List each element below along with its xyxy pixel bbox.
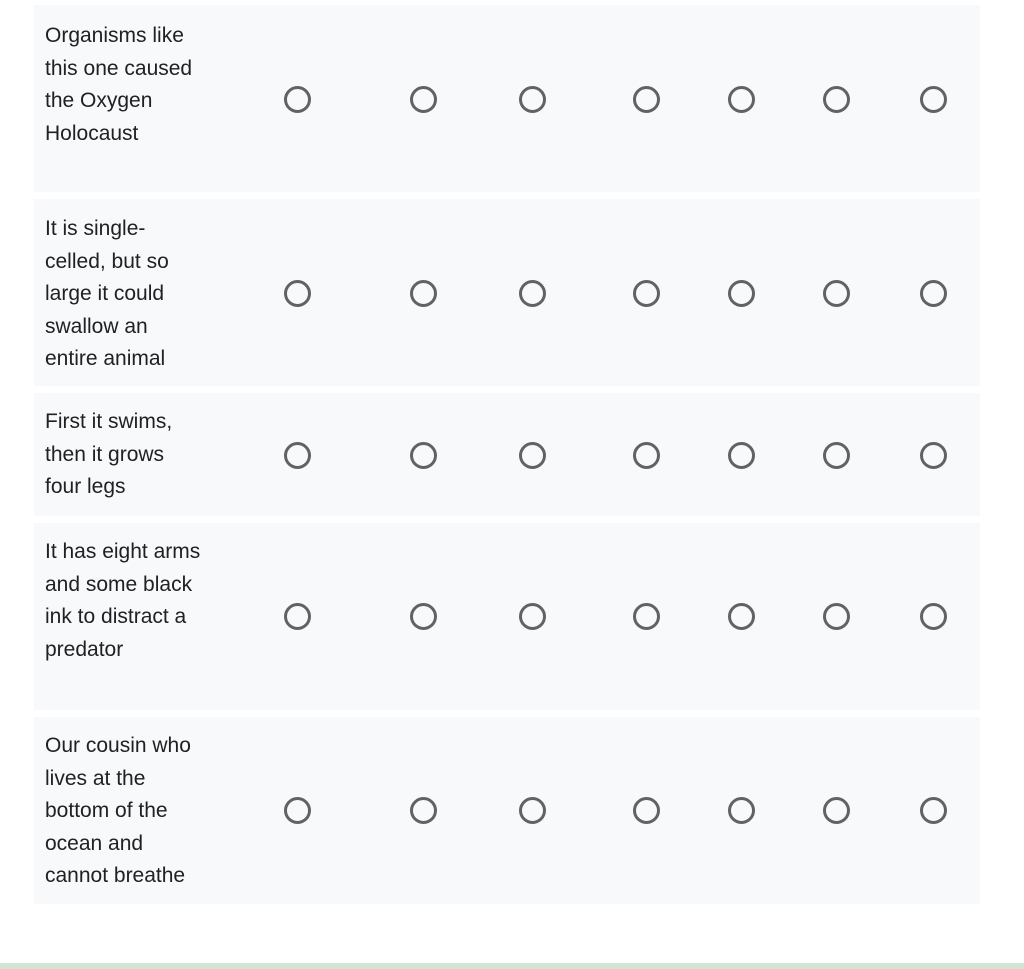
radio-row4-col6[interactable]: [822, 602, 850, 630]
row-label: It is single-celled, but so large it cou…: [45, 217, 169, 370]
radio-row4-col2[interactable]: [409, 602, 437, 630]
radio-row5-col6[interactable]: [822, 796, 850, 824]
radio-row3-col1[interactable]: [283, 441, 311, 469]
radio-row4-col7[interactable]: [919, 602, 947, 630]
radio-row3-col4[interactable]: [632, 441, 660, 469]
radio-row2-col7[interactable]: [919, 279, 947, 307]
radio-row2-col1[interactable]: [283, 279, 311, 307]
page-bottom-strip: [0, 963, 1024, 969]
radio-row5-col7[interactable]: [919, 796, 947, 824]
radio-row1-col7[interactable]: [919, 85, 947, 113]
radio-row4-col3[interactable]: [518, 602, 546, 630]
radio-row5-col3[interactable]: [518, 796, 546, 824]
radio-row2-col2[interactable]: [409, 279, 437, 307]
radio-row4-col4[interactable]: [632, 602, 660, 630]
radio-row3-col2[interactable]: [409, 441, 437, 469]
radio-row2-col3[interactable]: [518, 279, 546, 307]
radio-row3-col5[interactable]: [727, 441, 755, 469]
question-card: Organisms like this one caused the Oxyge…: [0, 0, 1024, 964]
row-label: Our cousin who lives at the bottom of th…: [45, 734, 191, 887]
row-label: First it swims, then it grows four legs: [45, 410, 173, 498]
radio-row3-col6[interactable]: [822, 441, 850, 469]
radio-row5-col1[interactable]: [283, 796, 311, 824]
radio-row2-col6[interactable]: [822, 279, 850, 307]
radio-row1-col2[interactable]: [409, 85, 437, 113]
radio-row5-col5[interactable]: [727, 796, 755, 824]
radio-row3-col7[interactable]: [919, 441, 947, 469]
row-label: Organisms like this one caused the Oxyge…: [45, 24, 193, 145]
row-label: It has eight arms and some black ink to …: [45, 540, 201, 661]
radio-row2-col4[interactable]: [632, 279, 660, 307]
radio-row5-col4[interactable]: [632, 796, 660, 824]
radio-row4-col1[interactable]: [283, 602, 311, 630]
radio-row4-col5[interactable]: [727, 602, 755, 630]
radio-row5-col2[interactable]: [409, 796, 437, 824]
radio-row1-col4[interactable]: [632, 85, 660, 113]
radio-row1-col3[interactable]: [518, 85, 546, 113]
radio-row1-col6[interactable]: [822, 85, 850, 113]
radio-row3-col3[interactable]: [518, 441, 546, 469]
radio-row2-col5[interactable]: [727, 279, 755, 307]
radio-row1-col5[interactable]: [727, 85, 755, 113]
radio-row1-col1[interactable]: [283, 85, 311, 113]
